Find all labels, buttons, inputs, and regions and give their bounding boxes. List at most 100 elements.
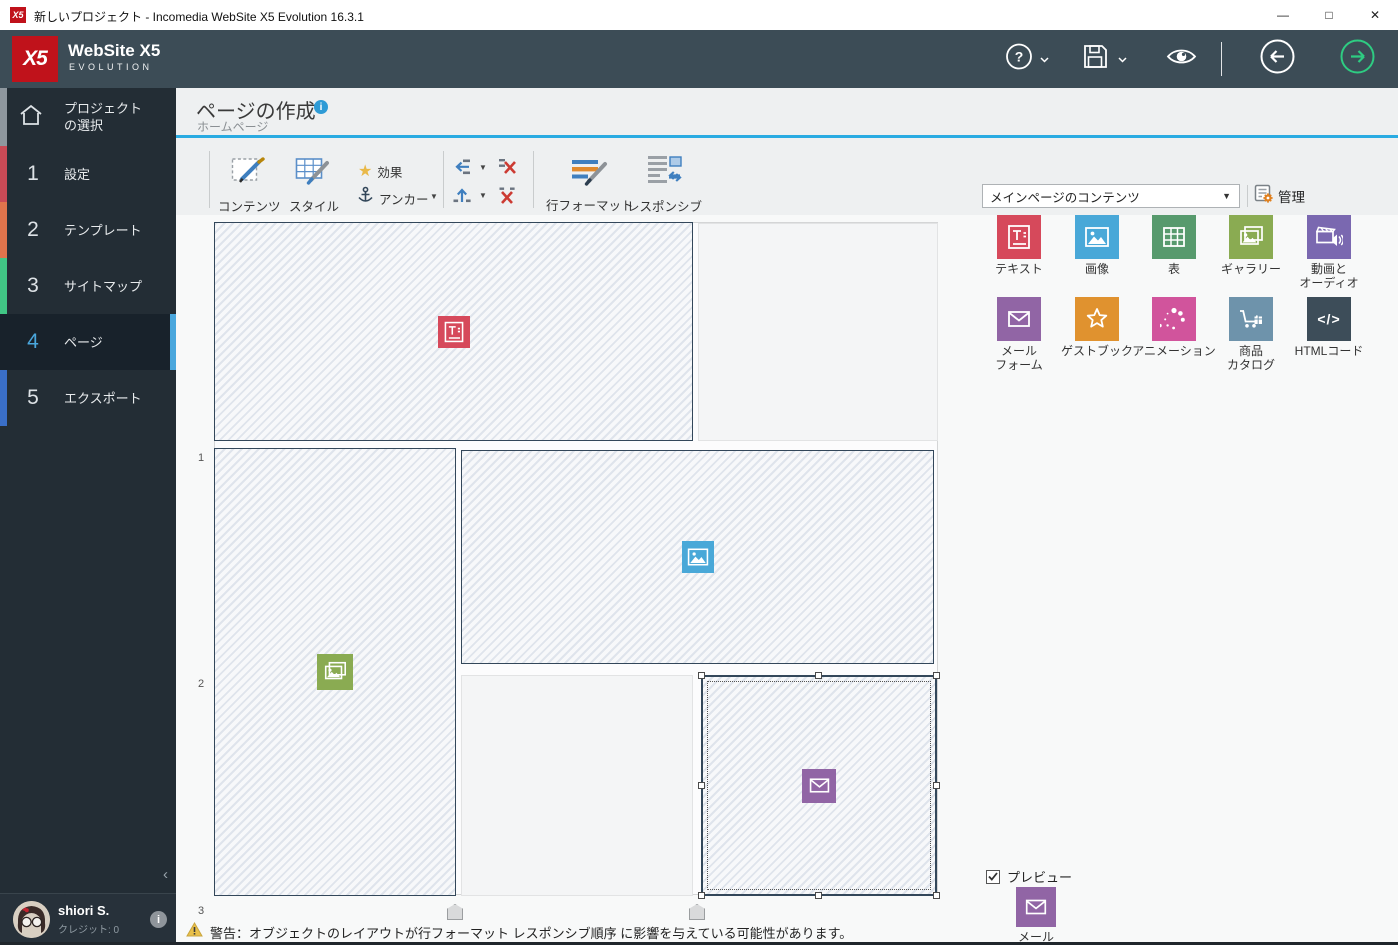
sidebar-item-label: 設定	[64, 166, 90, 183]
sidebar-item-sitemap[interactable]: 3 サイトマップ	[0, 258, 176, 314]
resize-handle[interactable]	[933, 782, 940, 789]
resize-handle[interactable]	[815, 892, 822, 899]
sidebar-collapse-icon[interactable]: ‹	[163, 866, 168, 883]
anchor-button[interactable]: アンカー	[357, 186, 429, 210]
page-header: ページの作成 i ホームページ	[176, 88, 1398, 135]
move-up-icon[interactable]	[452, 185, 472, 205]
effects-button[interactable]: ★ 効果	[358, 161, 402, 181]
step-number: 5	[20, 386, 46, 410]
content-scope-dropdown[interactable]: メインページのコンテンツ ▼	[982, 184, 1240, 208]
step-color-strip	[0, 146, 7, 202]
step-color-strip	[0, 370, 7, 426]
resize-handle[interactable]	[698, 782, 705, 789]
save-icon[interactable]	[1082, 43, 1109, 75]
minimize-button[interactable]: —	[1260, 0, 1306, 30]
resize-handle[interactable]	[815, 672, 822, 679]
text-object-cell[interactable]	[214, 222, 693, 441]
application-window: X5 新しいプロジェクト - Incomedia WebSite X5 Evol…	[0, 0, 1398, 945]
image-object-cell[interactable]	[461, 450, 934, 664]
step-color-strip	[0, 258, 7, 314]
resize-handle[interactable]	[933, 672, 940, 679]
page-info-icon[interactable]: i	[314, 100, 328, 114]
layout-grid	[214, 222, 938, 895]
column-width-slider[interactable]	[447, 904, 463, 920]
text-icon	[997, 215, 1041, 259]
contents-icon	[231, 156, 267, 192]
sidebar-item-settings[interactable]: 1 設定	[0, 146, 176, 202]
step-color-strip	[0, 202, 7, 258]
sidebar-item-pages[interactable]: 4 ページ	[0, 314, 176, 370]
anchor-icon	[357, 186, 374, 210]
row-label-3: 3	[198, 905, 204, 917]
column-width-slider[interactable]	[689, 904, 705, 920]
sidebar-item-label: エクスポート	[64, 390, 142, 407]
step-color-strip	[0, 88, 7, 146]
close-button[interactable]: ✕	[1352, 0, 1398, 30]
video-audio-icon	[1307, 215, 1351, 259]
step-number: 1	[20, 162, 46, 186]
page-subtitle: ホームページ	[197, 118, 268, 135]
cart-icon	[1229, 297, 1273, 341]
help-icon[interactable]: ?	[1005, 43, 1033, 76]
contents-button[interactable]: コンテンツ	[218, 156, 281, 215]
gallery-icon	[1229, 215, 1273, 259]
delete-cell-icon[interactable]	[497, 185, 517, 205]
sidebar: プロジェクト の選択 1 設定 2 テンプレート 3 サイトマップ 4 ページ	[0, 88, 176, 945]
avatar[interactable]	[13, 901, 50, 938]
window-titlebar: X5 新しいプロジェクト - Incomedia WebSite X5 Evol…	[0, 0, 1398, 30]
sidebar-item-label: プロジェクト の選択	[64, 100, 142, 134]
empty-cell[interactable]	[698, 223, 938, 441]
step-number: 3	[20, 274, 46, 298]
panel-divider	[1247, 185, 1248, 207]
header-divider	[1221, 42, 1222, 76]
responsive-button[interactable]: レスポンシブ	[627, 155, 702, 215]
dropdown-value: メインページのコンテンツ	[990, 187, 1222, 206]
mail-form-object-cell-selected[interactable]	[701, 675, 937, 896]
insert-row-icon[interactable]	[452, 157, 472, 177]
maximize-button[interactable]: □	[1306, 0, 1352, 30]
insert-row-dropdown-icon[interactable]: ▼	[479, 163, 487, 172]
object-tile-video-audio[interactable]: 動画とオーディオ	[1283, 215, 1375, 290]
brand-edition: EVOLUTION	[69, 62, 153, 72]
image-object-icon	[682, 541, 714, 573]
user-info-icon[interactable]: i	[150, 911, 167, 928]
resize-handle[interactable]	[698, 672, 705, 679]
gallery-object-icon	[317, 654, 353, 690]
spinner-icon	[1152, 297, 1196, 341]
help-dropdown-icon[interactable]	[1040, 50, 1049, 68]
brand-logo-icon: X5	[12, 36, 58, 82]
back-button[interactable]	[1259, 38, 1296, 80]
row-format-button[interactable]: 行フォーマット	[546, 156, 634, 214]
responsive-icon	[647, 155, 683, 192]
checkbox-checked-icon[interactable]	[986, 870, 1000, 884]
image-icon	[1075, 215, 1119, 259]
style-button[interactable]: スタイル	[289, 156, 339, 215]
row-label-1: 1	[198, 452, 204, 464]
preview-eye-icon[interactable]	[1166, 46, 1197, 72]
move-up-dropdown-icon[interactable]: ▼	[479, 191, 487, 200]
object-tile-html-code[interactable]: </> HTMLコード	[1283, 297, 1375, 358]
row-label-2: 2	[198, 678, 204, 690]
sidebar-item-project-selection[interactable]: プロジェクト の選択	[0, 88, 176, 146]
delete-row-icon[interactable]	[497, 156, 517, 176]
sidebar-item-template[interactable]: 2 テンプレート	[0, 202, 176, 258]
forward-button[interactable]	[1339, 38, 1376, 80]
gallery-object-cell[interactable]	[214, 448, 456, 896]
user-credits: クレジット: 0	[58, 921, 119, 936]
user-name: shiori S.	[58, 903, 109, 918]
warning-bar: 警告：オブジェクトのレイアウトが行フォーマット レスポンシブ順序 に影響を与えて…	[186, 922, 852, 942]
code-icon: </>	[1307, 297, 1351, 341]
user-panel: shiori S. クレジット: 0 i	[0, 893, 176, 945]
anchor-dropdown-icon[interactable]: ▼	[430, 192, 438, 201]
preview-checkbox[interactable]: プレビュー	[986, 867, 1072, 886]
step-number: 4	[20, 330, 46, 354]
resize-handle[interactable]	[698, 892, 705, 899]
sidebar-item-export[interactable]: 5 エクスポート	[0, 370, 176, 426]
save-dropdown-icon[interactable]	[1118, 50, 1127, 68]
manage-button[interactable]: 管理	[1254, 184, 1305, 208]
resize-handle[interactable]	[933, 892, 940, 899]
empty-cell[interactable]	[461, 675, 693, 896]
page-layout-canvas: 1 2 3	[176, 215, 1398, 945]
sidebar-item-label: サイトマップ	[64, 278, 142, 295]
home-icon	[18, 103, 44, 132]
